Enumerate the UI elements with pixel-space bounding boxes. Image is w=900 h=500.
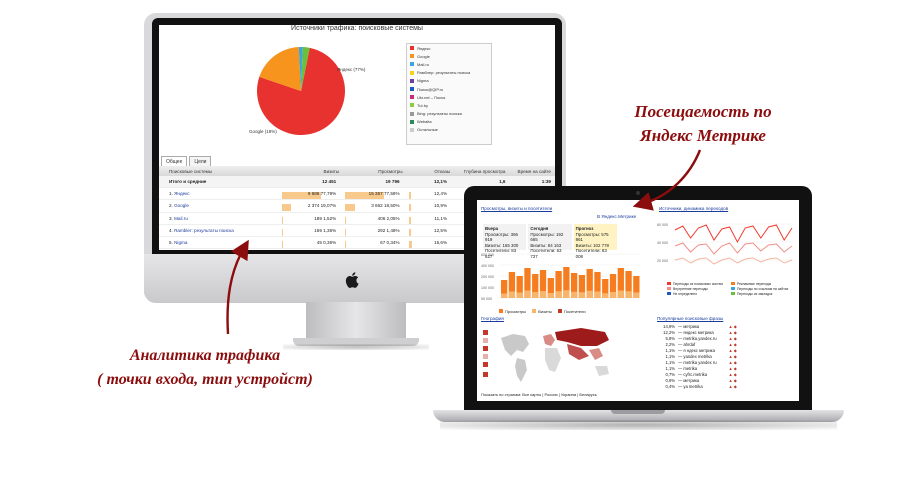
cell-value: 15,6% <box>434 240 448 246</box>
cell-value: 189 1,52% <box>314 215 337 221</box>
cell-value: 15 357 77,58% <box>368 191 400 197</box>
cell-value: 292 1,48% <box>377 227 400 233</box>
cell-value: 12,5% <box>434 227 448 233</box>
cell-value: 45 0,36% <box>316 240 337 246</box>
cell-value: 406 2,05% <box>377 215 400 221</box>
cell-value: 3 662 18,50% <box>371 203 400 209</box>
cell-value: 10,9% <box>434 203 448 209</box>
cell-value: 11,1% <box>434 215 448 221</box>
arrow-to-imac <box>226 239 249 335</box>
cell-value: 9 686 77,79% <box>307 191 337 197</box>
cell-value: 67 0,34% <box>380 240 400 246</box>
total-bounces: 12,1% <box>434 179 448 185</box>
cell-value: 12,4% <box>434 191 448 197</box>
cell-value: 169 1,36% <box>314 227 337 233</box>
total-visits: 12 451 <box>322 179 337 185</box>
arrow-to-macbook <box>632 149 702 211</box>
annotation-arrows <box>226 149 702 335</box>
total-views: 19 796 <box>385 179 400 185</box>
cell-value: 2 374 19,07% <box>307 203 337 209</box>
